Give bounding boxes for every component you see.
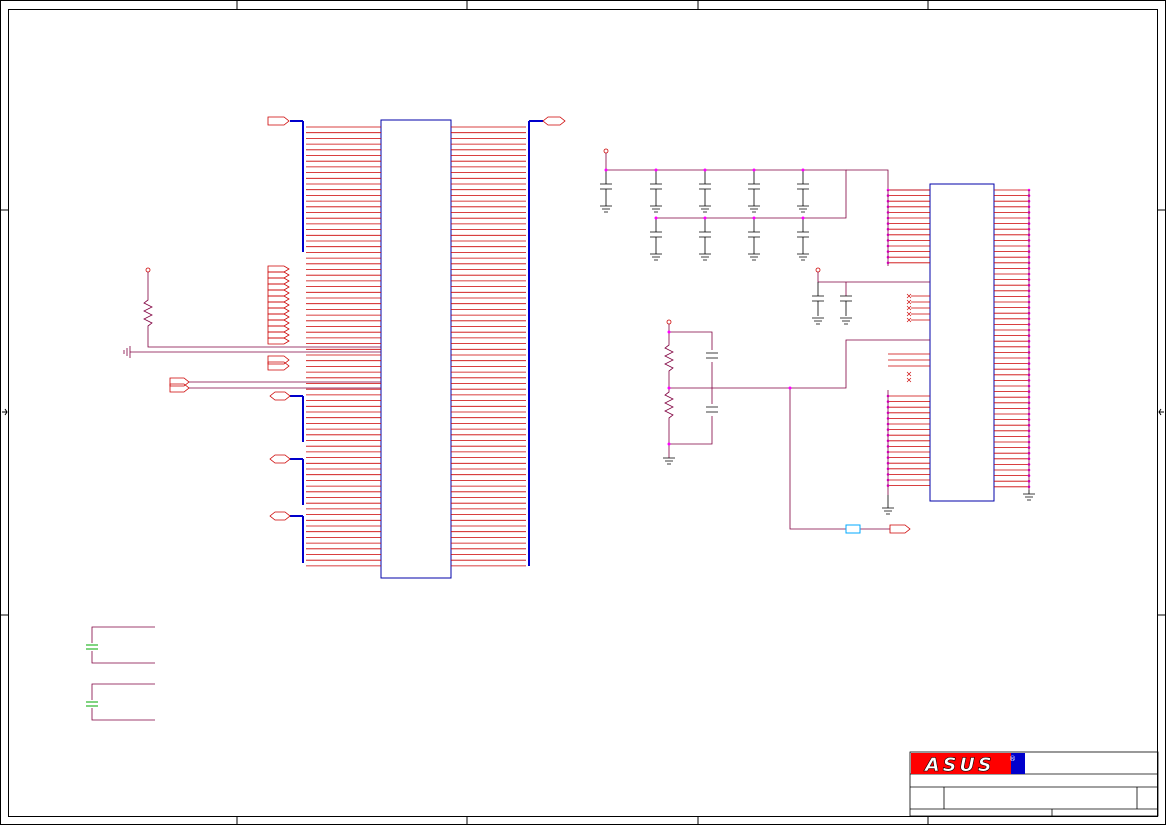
connector-left-pins [306,126,381,567]
port-flags [169,116,566,521]
ferrite-bead [845,524,861,534]
decoupling-caps [600,148,930,261]
schematic-sheet: ASUS ® [0,0,1166,825]
main-connector [123,116,566,579]
left-buses [290,120,304,563]
sheet-frame [0,0,1166,825]
no-connect-marks [906,293,912,383]
logo-text: ASUS [923,754,995,776]
pullup-resistor [143,267,381,348]
registered-mark: ® [1009,755,1016,763]
asus-logo: ASUS ® [911,753,1025,776]
signal-wire [189,381,381,389]
ground-symbols-right [882,490,1035,515]
resistor-divider [663,319,930,534]
right-ic [812,183,1035,515]
port-flag-stack [267,265,290,345]
connector-body [380,119,452,579]
bottom-left-caps [86,626,155,721]
connector-right-pins [451,126,526,567]
right-ic-body [929,183,995,502]
ground-symbol-left [123,346,381,358]
right-bus [528,120,543,566]
